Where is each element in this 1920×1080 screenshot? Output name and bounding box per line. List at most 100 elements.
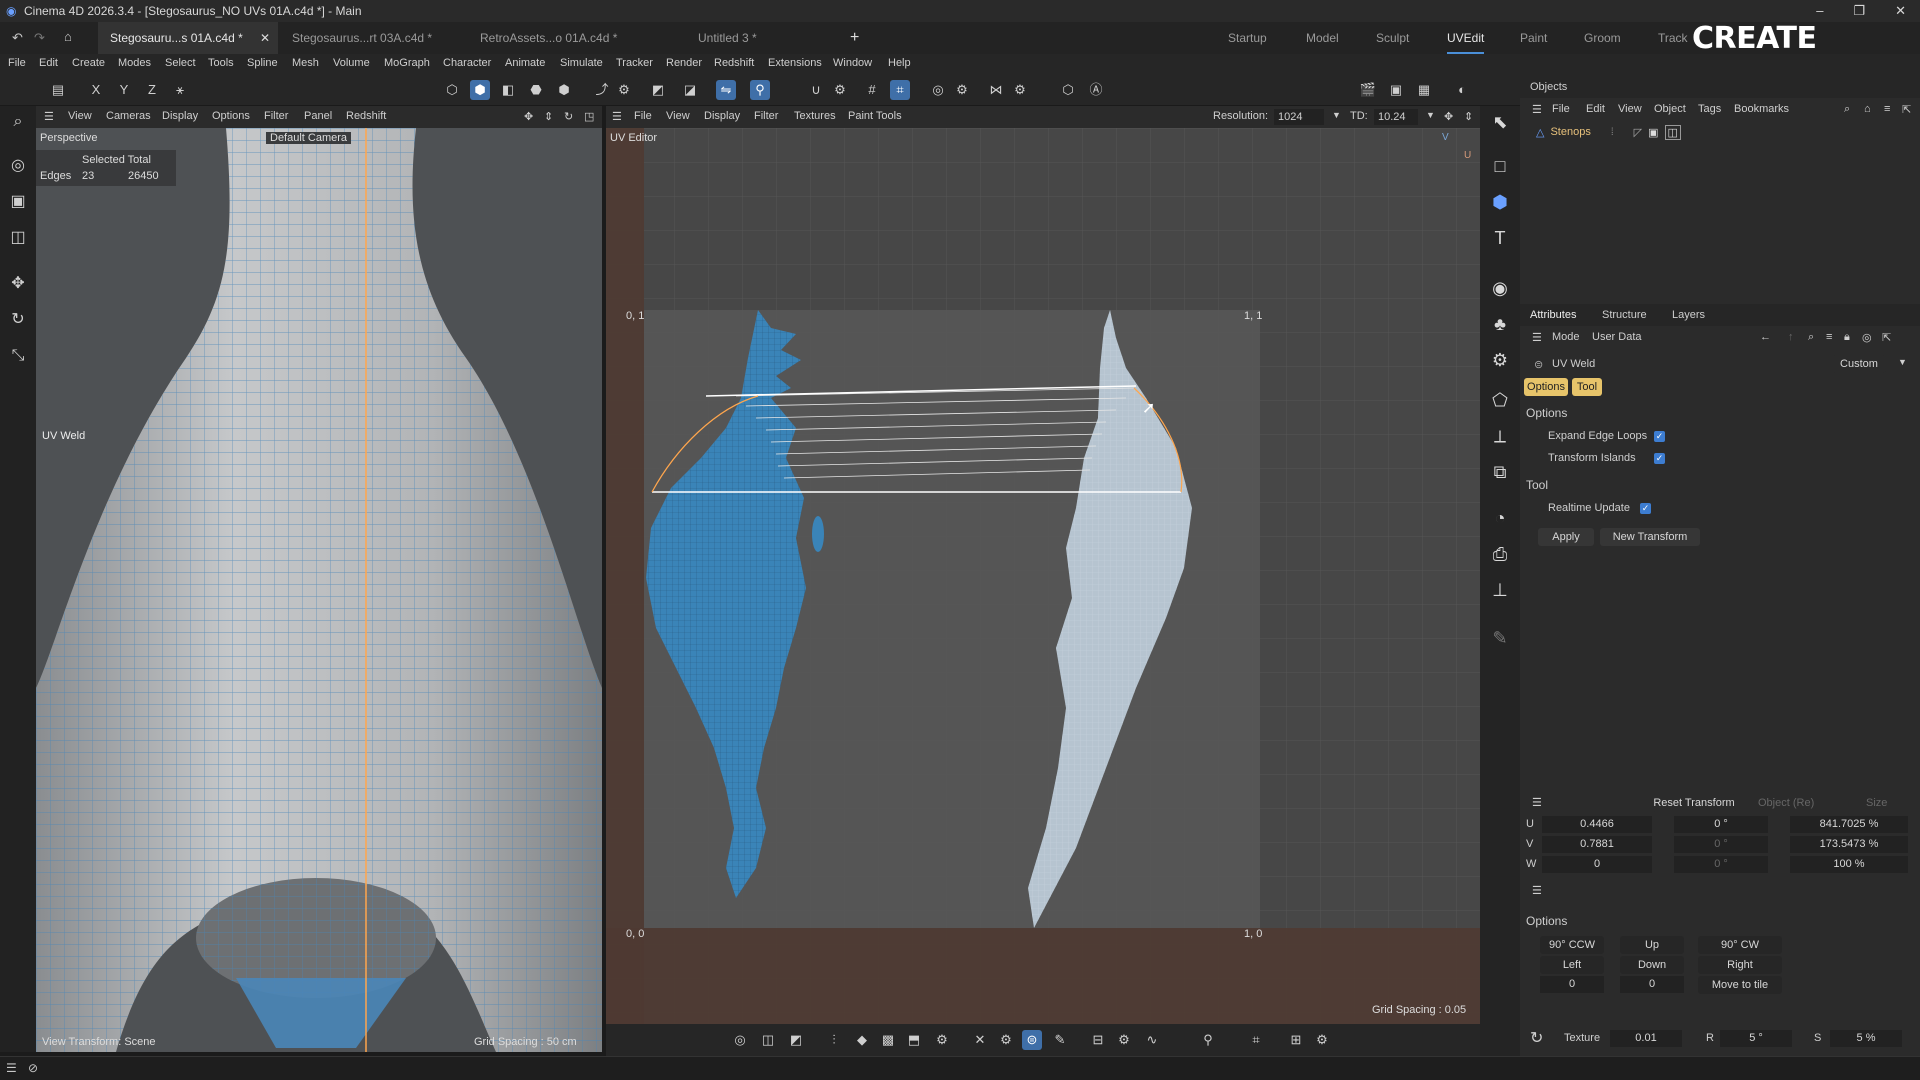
cube-outline-icon[interactable]: □: [1488, 154, 1512, 178]
uv-menu-icon[interactable]: ☰: [612, 110, 622, 123]
menu-window[interactable]: Window: [833, 57, 872, 69]
axis-settings-icon[interactable]: ⚙: [614, 80, 634, 100]
chevron-down-icon[interactable]: ▼: [1332, 110, 1341, 120]
search-icon[interactable]: ⌕: [1844, 103, 1850, 116]
vp-menu-redshift[interactable]: Redshift: [346, 110, 386, 122]
axis-z-lock[interactable]: Z: [142, 80, 162, 100]
rotate-icon[interactable]: ↻: [6, 308, 30, 332]
uv-cut-icon[interactable]: ⟂: [1488, 424, 1512, 448]
menu-character[interactable]: Character: [443, 57, 491, 69]
minimize-button[interactable]: –: [1816, 0, 1823, 22]
close-window-button[interactable]: ✕: [1895, 0, 1906, 22]
zoom-icon[interactable]: ⇕: [1464, 110, 1473, 123]
tab-layers[interactable]: Layers: [1672, 309, 1705, 321]
apply-button[interactable]: Apply: [1538, 528, 1594, 546]
tab-stegosaurus-no-uvs[interactable]: Stegosauru...s 01A.c4d * ✕: [98, 22, 278, 54]
workplane-icon[interactable]: ⋈: [986, 80, 1006, 100]
menu-select[interactable]: Select: [165, 57, 196, 69]
uv-transform-tool-icon[interactable]: ◉: [1488, 276, 1512, 300]
coords-menu-icon[interactable]: ☰: [1532, 796, 1542, 809]
move-to-tile-button[interactable]: Move to tile: [1698, 976, 1782, 994]
reset-transform-button[interactable]: Reset Transform: [1652, 794, 1736, 812]
u-rotation-field[interactable]: 0 °: [1674, 816, 1768, 833]
attr-menu-user-data[interactable]: User Data: [1592, 331, 1642, 343]
live-selection-icon[interactable]: ◎: [6, 154, 30, 178]
vp-menu-filter[interactable]: Filter: [264, 110, 288, 122]
pan-icon[interactable]: ✥: [1444, 110, 1453, 123]
tag-uvw-icon[interactable]: ▣: [1648, 126, 1658, 139]
attr-menu-mode[interactable]: Mode: [1552, 331, 1580, 343]
redshift-ipr-icon[interactable]: ◐: [1452, 80, 1472, 100]
up-arrow-icon[interactable]: ↑: [1788, 331, 1794, 343]
menu-modes[interactable]: Modes: [118, 57, 151, 69]
options-menu-icon[interactable]: ☰: [1532, 884, 1542, 897]
tab-retroassets[interactable]: RetroAssets...o 01A.c4d *: [468, 22, 648, 54]
menu-spline[interactable]: Spline: [247, 57, 278, 69]
rotate-ccw-button[interactable]: 90° CCW: [1540, 936, 1604, 954]
pen-icon[interactable]: ✎: [1488, 626, 1512, 650]
menu-file[interactable]: File: [8, 57, 26, 69]
preset-dropdown[interactable]: Custom: [1832, 355, 1886, 373]
uv-grid-settings-icon[interactable]: ⚙: [1312, 1030, 1332, 1050]
uv-project-icon[interactable]: ⬒: [904, 1030, 924, 1050]
uv-menu-paint-tools[interactable]: Paint Tools: [848, 110, 902, 122]
uv-align-icon[interactable]: ⊟: [1088, 1030, 1108, 1050]
subtab-tool[interactable]: Tool: [1572, 378, 1602, 396]
vp-menu-options[interactable]: Options: [212, 110, 250, 122]
attr-filter-icon[interactable]: ≡: [1826, 331, 1832, 343]
expand-icon[interactable]: ⇱: [1902, 103, 1911, 116]
vp-menu-view[interactable]: View: [68, 110, 92, 122]
dolly-icon[interactable]: ⇕: [544, 110, 553, 123]
menu-edit[interactable]: Edit: [39, 57, 58, 69]
w-rotation-field[interactable]: 0 °: [1674, 856, 1768, 873]
uv-editor-viewport[interactable]: UV Editor 0, 1 1, 1 0, 0 1, 0 Grid Spaci…: [606, 128, 1480, 1024]
v-scale-field[interactable]: 173.5473 %: [1790, 836, 1908, 853]
visibility-icon[interactable]: ⁞: [1611, 127, 1614, 138]
layer-icon[interactable]: ▤: [48, 80, 68, 100]
uv-weld-icon[interactable]: ⊜: [1022, 1030, 1042, 1050]
text-icon[interactable]: T: [1488, 226, 1512, 250]
w-position-field[interactable]: 0: [1542, 856, 1652, 873]
menu-help[interactable]: Help: [888, 57, 911, 69]
light-icon[interactable]: ⊥: [1488, 578, 1512, 602]
uv-gear-icon[interactable]: ⚙: [996, 1030, 1016, 1050]
uv-pack-icon[interactable]: ▩: [878, 1030, 898, 1050]
symmetry-settings-icon[interactable]: ⚙: [952, 80, 972, 100]
vp-menu-panel[interactable]: Panel: [304, 110, 332, 122]
uv-menu-textures[interactable]: Textures: [794, 110, 836, 122]
uv-lasso-icon[interactable]: ◩: [786, 1030, 806, 1050]
objects-menu-icon[interactable]: ☰: [1532, 103, 1542, 116]
axis-mode-icon[interactable]: ⤴: [592, 80, 612, 100]
chevron-down-icon[interactable]: ▼: [1426, 110, 1435, 120]
menu-create[interactable]: Create: [72, 57, 105, 69]
uv-select-icon[interactable]: ◫: [6, 226, 30, 250]
uv-pin-icon[interactable]: ⚲: [1198, 1030, 1218, 1050]
edge-mode-icon[interactable]: ⬢: [470, 80, 490, 100]
render-settings-icon[interactable]: Ⓐ: [1086, 80, 1106, 100]
uv-paint-icon[interactable]: ♣: [1488, 312, 1512, 336]
undo-icon[interactable]: ↶: [12, 30, 23, 46]
menu-tools[interactable]: Tools: [208, 57, 234, 69]
menu-simulate[interactable]: Simulate: [560, 57, 603, 69]
new-tab-button[interactable]: +: [838, 22, 868, 54]
pin-icon[interactable]: ⚲: [750, 80, 770, 100]
uv-mode-icon[interactable]: ⬢: [554, 80, 574, 100]
axis-x-lock[interactable]: X: [86, 80, 106, 100]
move-up-button[interactable]: Up: [1620, 936, 1684, 954]
resolution-dropdown[interactable]: 1024: [1274, 109, 1324, 125]
tile-u-field[interactable]: 0: [1540, 976, 1604, 993]
tile-v-field[interactable]: 0: [1620, 976, 1684, 993]
u-position-field[interactable]: 0.4466: [1542, 816, 1652, 833]
camera-icon[interactable]: ⎙: [1488, 542, 1512, 566]
uv-layout-icon[interactable]: ⧉: [1488, 460, 1512, 484]
obj-menu-view[interactable]: View: [1618, 103, 1642, 115]
lock-icon[interactable]: 🔒︎: [1844, 331, 1850, 344]
move-icon[interactable]: ✥: [6, 272, 30, 296]
tab-structure[interactable]: Structure: [1602, 309, 1647, 321]
layout-track[interactable]: Track: [1658, 22, 1688, 54]
tag-phong-icon[interactable]: ◸: [1634, 126, 1642, 139]
obj-menu-file[interactable]: File: [1552, 103, 1570, 115]
magnet-settings-icon[interactable]: ⚙: [830, 80, 850, 100]
uv-straighten-icon[interactable]: ∿: [1142, 1030, 1162, 1050]
tweak-icon[interactable]: ⇋: [716, 80, 736, 100]
